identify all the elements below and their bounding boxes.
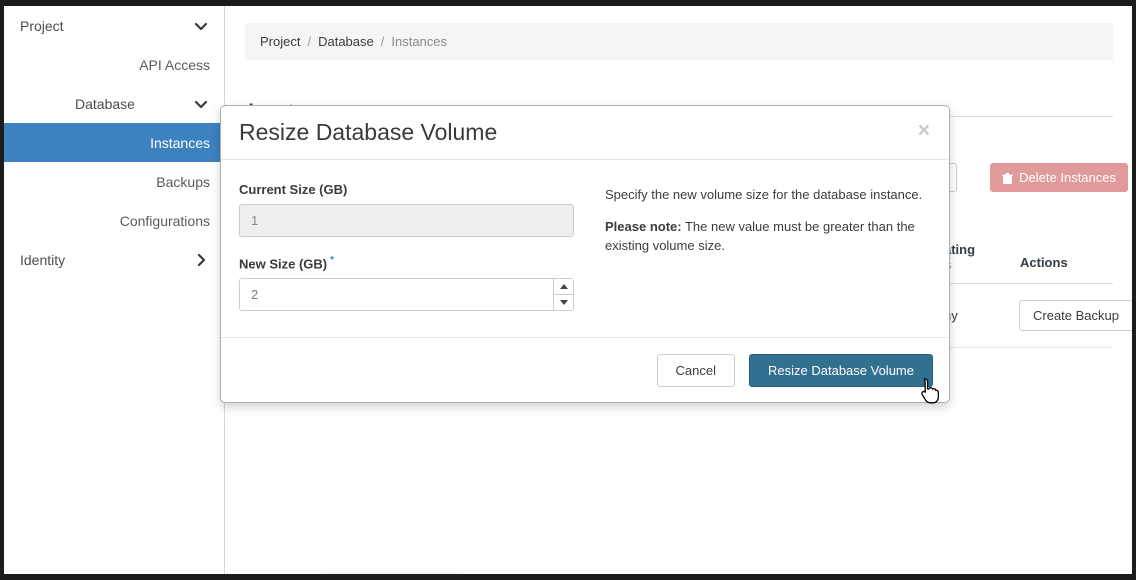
delete-instances-button[interactable]: Delete Instances bbox=[990, 163, 1128, 192]
modal-form-column: Current Size (GB) New Size (GB)* bbox=[239, 182, 591, 311]
sidebar-item-label: Backups bbox=[156, 174, 210, 190]
sidebar-item-api-access[interactable]: API Access bbox=[4, 45, 224, 84]
column-header-actions: Actions bbox=[1020, 255, 1068, 270]
trash-icon bbox=[1002, 172, 1013, 184]
cancel-button[interactable]: Cancel bbox=[657, 354, 735, 387]
new-size-label-text: New Size (GB) bbox=[239, 256, 327, 271]
field-spacer bbox=[239, 237, 591, 255]
create-backup-button[interactable]: Create Backup bbox=[1019, 300, 1132, 331]
chevron-down-icon bbox=[194, 19, 208, 33]
breadcrumb-separator: / bbox=[307, 34, 311, 49]
new-size-stepper bbox=[239, 278, 574, 311]
modal-body: Current Size (GB) New Size (GB)* bbox=[221, 160, 949, 337]
sidebar-item-label: API Access bbox=[139, 57, 210, 73]
sidebar-nav: Project API Access Database Instances Ba… bbox=[4, 6, 225, 574]
modal-header: Resize Database Volume × bbox=[221, 106, 949, 160]
triangle-down-icon bbox=[560, 300, 568, 305]
chevron-down-icon bbox=[194, 97, 208, 111]
row-actions-group: Create Backup bbox=[1019, 300, 1132, 331]
new-size-label: New Size (GB)* bbox=[239, 255, 591, 271]
close-icon[interactable]: × bbox=[914, 116, 934, 145]
modal-title: Resize Database Volume bbox=[239, 119, 497, 146]
breadcrumb-item-instances: Instances bbox=[391, 34, 447, 49]
stepper-increment-button[interactable] bbox=[554, 279, 573, 295]
triangle-up-icon bbox=[560, 284, 568, 289]
page-footer-sliver bbox=[322, 572, 462, 574]
new-size-input[interactable] bbox=[239, 278, 574, 311]
sidebar-item-label: Identity bbox=[20, 252, 65, 268]
breadcrumb-separator: / bbox=[381, 34, 385, 49]
current-size-input bbox=[239, 204, 574, 237]
modal-footer: Cancel Resize Database Volume bbox=[221, 337, 949, 402]
resize-database-volume-modal: Resize Database Volume × Current Size (G… bbox=[220, 105, 950, 403]
sidebar-item-project[interactable]: Project bbox=[4, 6, 224, 45]
sidebar-item-label: Project bbox=[20, 18, 64, 34]
sidebar-item-instances[interactable]: Instances bbox=[4, 123, 224, 162]
sidebar-item-configurations[interactable]: Configurations bbox=[4, 201, 224, 240]
create-backup-label: Create Backup bbox=[1033, 308, 1119, 323]
breadcrumb: Project / Database / Instances bbox=[245, 23, 1113, 60]
help-intro-text: Specify the new volume size for the data… bbox=[605, 185, 931, 204]
help-note-text: Please note: The new value must be great… bbox=[605, 217, 931, 255]
stepper-decrement-button[interactable] bbox=[554, 295, 573, 310]
sidebar-item-identity[interactable]: Identity bbox=[4, 240, 224, 279]
sidebar-item-backups[interactable]: Backups bbox=[4, 162, 224, 201]
required-asterisk-icon: * bbox=[330, 255, 334, 266]
chevron-right-icon bbox=[194, 253, 208, 267]
sidebar-item-label: Instances bbox=[150, 135, 210, 151]
sidebar-item-label: Database bbox=[20, 96, 135, 112]
delete-instances-label: Delete Instances bbox=[1019, 170, 1116, 185]
help-note-label: Please note: bbox=[605, 219, 682, 234]
column-header-operating-status[interactable]: ating s bbox=[944, 242, 1006, 272]
browser-viewport: Project API Access Database Instances Ba… bbox=[4, 6, 1132, 574]
modal-help-column: Specify the new volume size for the data… bbox=[591, 182, 931, 311]
resize-database-volume-submit-button[interactable]: Resize Database Volume bbox=[749, 354, 933, 387]
current-size-label: Current Size (GB) bbox=[239, 182, 591, 197]
stepper-buttons bbox=[553, 279, 573, 310]
breadcrumb-item-database[interactable]: Database bbox=[318, 34, 374, 49]
sidebar-item-database[interactable]: Database bbox=[4, 84, 224, 123]
breadcrumb-item-project[interactable]: Project bbox=[260, 34, 300, 49]
sidebar-item-label: Configurations bbox=[120, 213, 210, 229]
